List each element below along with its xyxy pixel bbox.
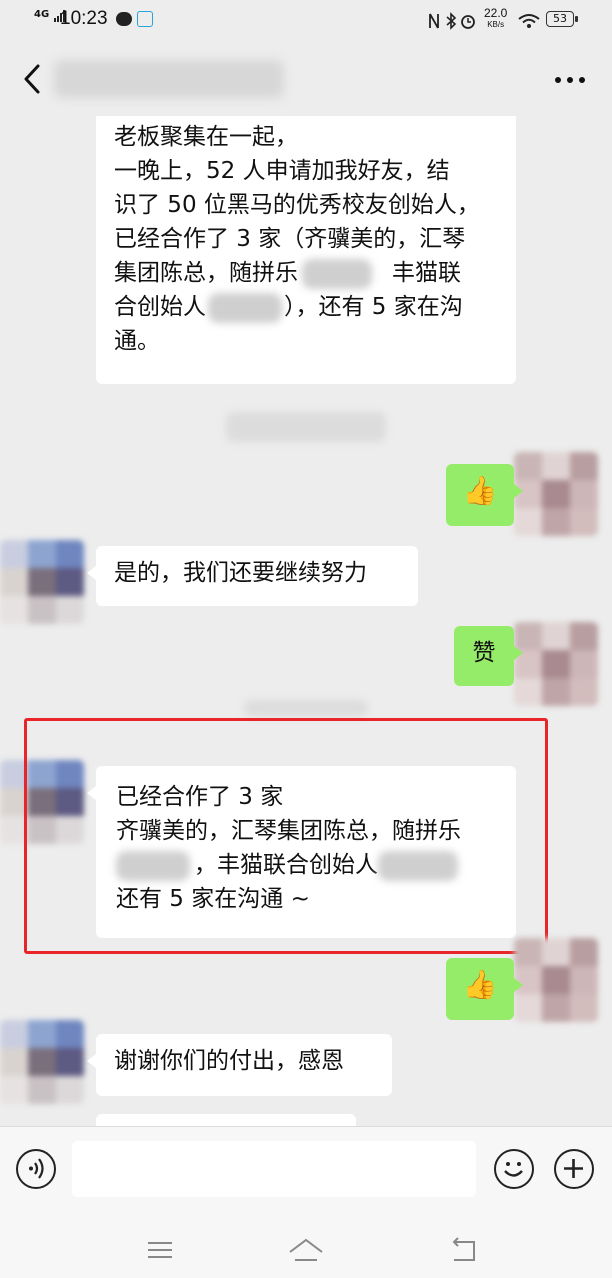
battery-indicator: 53 [546,11,578,27]
speed-value: 22.0 [484,6,508,20]
voice-wave-icon [29,1158,44,1179]
speed-unit: KB/s [487,20,505,29]
avatar-contact[interactable] [0,540,84,624]
chat-title-redacted [54,60,284,98]
bluetooth-icon [446,12,457,30]
message-bubble-outgoing: 👍 [446,464,523,526]
network-type: 4G [34,9,50,20]
message-text-segment: 集团陈总，随拼乐 [114,260,298,286]
chat-messages[interactable]: 老板聚集在一起， 一晚上，52 人申请加我好友，结 识了 50 位黑马的优秀校友… [0,116,612,1126]
message-bubble-incoming: 老板聚集在一起， 一晚上，52 人申请加我好友，结 识了 50 位黑马的优秀校友… [96,116,516,384]
message-text-line: 通。 [114,328,160,354]
message-text-line: 老板聚集在一起， [114,124,298,150]
message-text-segment: 丰猫联 [392,260,461,286]
timestamp-redacted [244,700,368,716]
redacted-text [302,258,372,289]
message-text-line: 集团陈总，随拼乐 丰猫联 [114,256,498,290]
menu-icon[interactable] [140,1234,180,1266]
wifi-icon [518,14,540,28]
clock: 10:23 [60,8,108,29]
home-icon[interactable] [286,1234,326,1266]
message-text-line: 一晚上，52 人申请加我好友，结 [114,158,450,184]
message-notification-icon [116,12,132,26]
message-text: 赞 [472,640,496,666]
network-speed: 22.0 KB/s [484,6,508,30]
avatar-self[interactable] [514,452,598,536]
redacted-text [208,292,282,323]
message-bubble-partial [96,1114,356,1126]
message-bubble-incoming: 是的，我们还要继续努力 [87,546,418,606]
avatar-self[interactable] [514,938,598,1022]
message-text-segment: ），还有 5 家在沟 [284,294,463,320]
message-text: 谢谢你们的付出，感恩 [114,1048,344,1074]
status-icons [429,12,475,30]
message-bubble-outgoing: 👍 [446,958,523,1020]
app-notification-icon [137,11,153,27]
plus-icon[interactable] [554,1149,594,1189]
timestamp-redacted [226,412,386,442]
message-text: 是的，我们还要继续努力 [114,560,367,586]
alarm-icon [461,15,475,29]
thumbs-up-icon: 👍 [462,968,498,1001]
highlight-box [24,718,548,954]
thumbs-up-icon: 👍 [462,474,498,507]
back-icon[interactable] [442,1234,482,1266]
input-bar [0,1126,612,1223]
more-dots-icon[interactable] [550,68,590,92]
chat-header [0,44,612,116]
message-text-line: 合创始人 ），还有 5 家在沟 [114,290,498,324]
emoji-icon[interactable] [494,1149,534,1189]
avatar-contact[interactable] [0,1020,84,1104]
message-text-line: 已经合作了 3 家（齐骥美的，汇琴 [114,226,466,252]
system-nav-bar [0,1222,612,1278]
nfc-icon [429,13,439,29]
status-bar: 4G 10:23 22.0 KB/s 53 [0,0,612,44]
voice-icon[interactable] [16,1149,56,1189]
message-input[interactable] [72,1141,476,1197]
message-text-segment: 合创始人 [114,294,206,320]
message-bubble-outgoing: 赞 [454,626,523,686]
message-text-line: 识了 50 位黑马的优秀校友创始人， [114,192,480,218]
chevron-left-icon[interactable] [14,54,50,104]
plus-sign-icon [564,1159,583,1178]
message-bubble-incoming: 谢谢你们的付出，感恩 [87,1034,392,1096]
smiley-face-icon [504,1162,523,1177]
avatar-self[interactable] [514,622,598,706]
